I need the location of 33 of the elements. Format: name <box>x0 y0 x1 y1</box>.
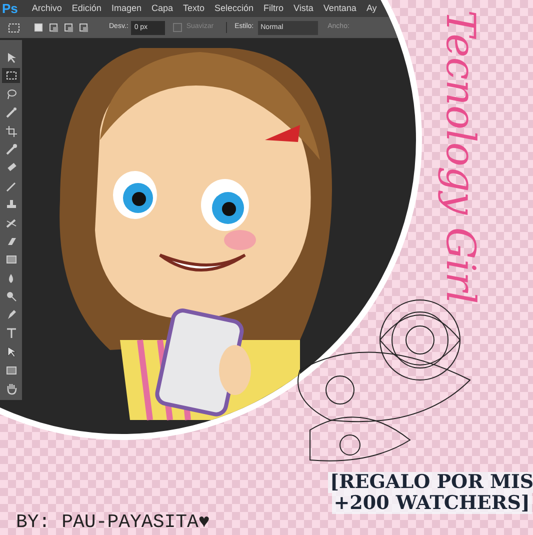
marquee-tool-icon <box>4 69 18 82</box>
lasso-tool-icon <box>4 88 18 101</box>
type-tool-icon <box>4 326 18 340</box>
menu-item[interactable]: Imagen <box>111 2 142 16</box>
caption-text: [REGALO POR MIS <box>328 472 533 493</box>
title: Tecnology Girl <box>440 10 480 306</box>
caption-text: +200 WATCHERS] <box>332 493 532 514</box>
wand-tool-icon <box>4 106 18 120</box>
menu-item[interactable]: Filtro <box>264 2 284 16</box>
crop-tool-icon <box>4 124 18 138</box>
menu-item[interactable]: Selección <box>214 2 254 16</box>
menu-item[interactable]: Ay <box>366 2 377 16</box>
app-logo[interactable]: Ps <box>2 0 18 18</box>
mode-intersect-icon[interactable] <box>79 22 89 32</box>
gradient-tool-icon <box>4 253 18 266</box>
menu-item[interactable]: Capa <box>151 2 173 16</box>
shape-tool-icon <box>4 364 18 377</box>
mode-new-icon[interactable] <box>34 22 44 32</box>
dodge-tool-icon <box>4 290 18 304</box>
tool-button[interactable] <box>2 68 20 84</box>
marquee-icon[interactable] <box>8 22 20 32</box>
mode-add-icon[interactable] <box>49 22 59 32</box>
menu-item[interactable]: Edición <box>72 2 102 16</box>
menu-item[interactable]: Archivo <box>32 2 62 16</box>
brush-tool-icon <box>4 180 18 193</box>
mode-subtract-icon[interactable] <box>64 22 74 32</box>
eyedropper-tool-icon <box>4 142 18 156</box>
credit-text: BY: PAU-PAYASITA♥ <box>16 510 210 535</box>
hand-tool-icon <box>4 382 18 396</box>
menu-item[interactable]: Ventana <box>323 2 356 16</box>
menu-item[interactable]: Vista <box>294 2 314 16</box>
menu-item[interactable]: Texto <box>183 2 205 16</box>
path-tool-icon <box>4 345 18 358</box>
